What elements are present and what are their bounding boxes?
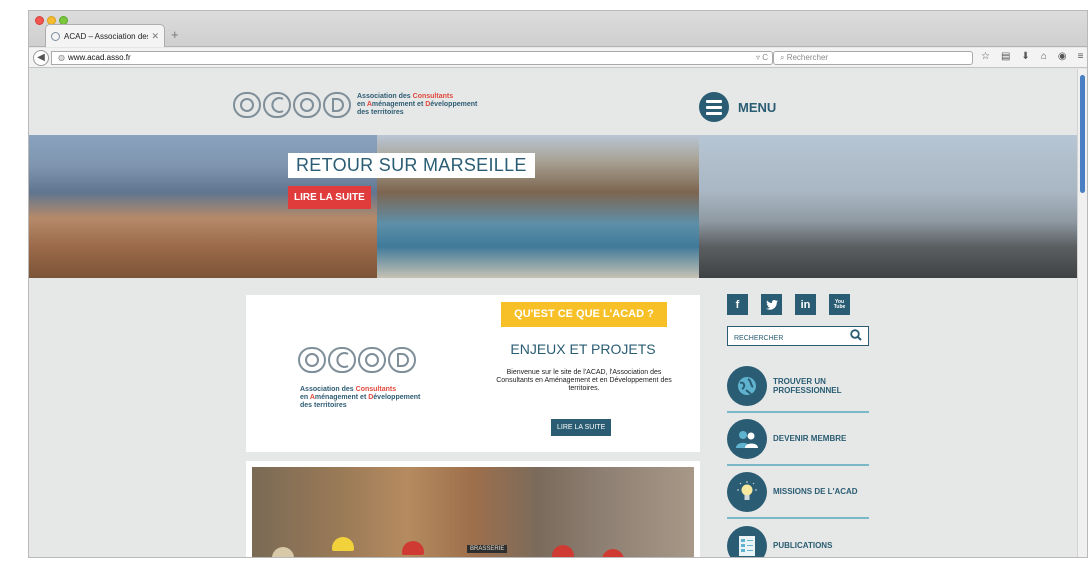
card-description: Bienvenue sur le site de l'ACAD, l'Assoc… xyxy=(496,369,672,392)
browser-search-placeholder: Rechercher xyxy=(786,53,829,62)
browser-toolbar: ☆ ▤ ⬇ ⌂ ◉ ≡ xyxy=(981,51,1083,62)
facebook-icon[interactable]: f xyxy=(727,294,748,315)
helmet-shape xyxy=(402,541,424,555)
bookmark-star-icon[interactable]: ☆ xyxy=(981,51,990,62)
hero-banner xyxy=(29,135,1079,278)
page-scrollbar[interactable] xyxy=(1077,69,1087,557)
site-search-input[interactable] xyxy=(728,329,846,348)
helmet-shape xyxy=(602,549,624,557)
globe-icon xyxy=(727,365,767,406)
url-text: www.acad.asso.fr xyxy=(67,53,131,62)
address-bar[interactable]: ◍ www.acad.asso.fr ▿ C xyxy=(51,51,773,65)
logo-text: Association des Consultants en Aménageme… xyxy=(357,93,478,116)
document-icon xyxy=(727,525,767,557)
sidebar-item-label: MISSIONS DE L'ACAD xyxy=(773,487,858,496)
helmet-shape xyxy=(332,537,354,551)
what-is-acad-button[interactable]: QU'EST CE QUE L'ACAD ? xyxy=(501,302,667,327)
sidebar-item-label: DEVENIR MEMBRE xyxy=(773,434,847,443)
helmet-shape xyxy=(272,547,294,557)
hamburger-menu-icon[interactable]: ≡ xyxy=(1078,51,1084,62)
browser-tab[interactable]: ACAD – Association des C... ✕ xyxy=(45,24,165,47)
chat-icon[interactable]: ◉ xyxy=(1058,51,1067,62)
download-icon[interactable]: ⬇ xyxy=(1021,51,1029,62)
hero-image-mucem xyxy=(699,135,1079,278)
site-search xyxy=(727,326,869,348)
hamburger-icon xyxy=(699,92,729,122)
sidebar-item-missions[interactable]: MISSIONS DE L'ACAD xyxy=(727,466,869,519)
sidebar-links: TROUVER UN PROFESSIONNEL DEVENIR MEMBRE … xyxy=(727,360,869,557)
site-header: Association des Consultants en Aménageme… xyxy=(29,69,1079,135)
social-links: f in You Tube xyxy=(727,294,850,315)
sidebar-item-label: TROUVER UN PROFESSIONNEL xyxy=(773,376,842,395)
home-icon[interactable]: ⌂ xyxy=(1041,51,1047,62)
twitter-icon[interactable] xyxy=(761,294,782,315)
magnifier-icon[interactable] xyxy=(850,329,862,341)
acad-logo[interactable]: Association des Consultants en Aménageme… xyxy=(233,90,477,120)
reload-icon[interactable]: ▿ C xyxy=(756,52,768,64)
helmet-shape xyxy=(552,545,574,557)
navigation-bar: ◀ ◍ www.acad.asso.fr ▿ C ⌕ Rechercher ☆ ▤… xyxy=(29,48,1087,68)
card-logo-text: Association des Consultants en Aménageme… xyxy=(300,386,421,409)
construction-photo: BRASSERIE xyxy=(252,467,694,557)
acad-logo-icon xyxy=(233,92,351,118)
bookmarks-icon[interactable]: ▤ xyxy=(1001,51,1010,62)
new-tab-button[interactable]: + xyxy=(171,27,179,42)
globe-icon: ◍ xyxy=(58,53,65,62)
youtube-icon[interactable]: You Tube xyxy=(829,294,850,315)
menu-label: MENU xyxy=(738,99,777,115)
news-image-card[interactable]: BRASSERIE xyxy=(246,461,700,557)
page-viewport: Association des Consultants en Aménageme… xyxy=(29,69,1079,557)
browser-search-field[interactable]: ⌕ Rechercher xyxy=(773,51,973,65)
intro-card: Association des Consultants en Aménageme… xyxy=(246,295,700,452)
sidebar-item-find-professional[interactable]: TROUVER UN PROFESSIONNEL xyxy=(727,360,869,413)
sidebar-item-label: PUBLICATIONS xyxy=(773,541,833,550)
sidebar-item-publications[interactable]: PUBLICATIONS xyxy=(727,519,869,557)
menu-button[interactable]: MENU xyxy=(699,92,776,122)
scrollbar-thumb[interactable] xyxy=(1080,75,1085,193)
favicon-icon xyxy=(51,31,60,41)
card-read-more-button[interactable]: LIRE LA SUITE xyxy=(551,419,612,436)
tab-bar: ACAD – Association des C... ✕ + xyxy=(29,11,1087,47)
window-close-button[interactable] xyxy=(35,16,44,25)
linkedin-icon[interactable]: in xyxy=(795,294,816,315)
lightbulb-icon xyxy=(727,471,767,512)
hero-read-more-button[interactable]: LIRE LA SUITE xyxy=(288,186,371,209)
hero-title: RETOUR SUR MARSEILLE xyxy=(288,153,535,178)
card-logo-icon xyxy=(298,347,416,373)
tab-close-icon[interactable]: ✕ xyxy=(151,31,159,42)
card-heading: ENJEUX ET PROJETS xyxy=(510,341,656,357)
brasserie-sign: BRASSERIE xyxy=(467,545,508,553)
search-icon: ⌕ xyxy=(780,53,787,62)
browser-window: ACAD – Association des C... ✕ + ◀ ◍www.a… xyxy=(28,10,1088,558)
users-icon xyxy=(727,418,767,459)
sidebar-item-become-member[interactable]: DEVENIR MEMBRE xyxy=(727,413,869,466)
tab-title: ACAD – Association des C... xyxy=(64,31,148,41)
back-button[interactable]: ◀ xyxy=(33,50,49,66)
